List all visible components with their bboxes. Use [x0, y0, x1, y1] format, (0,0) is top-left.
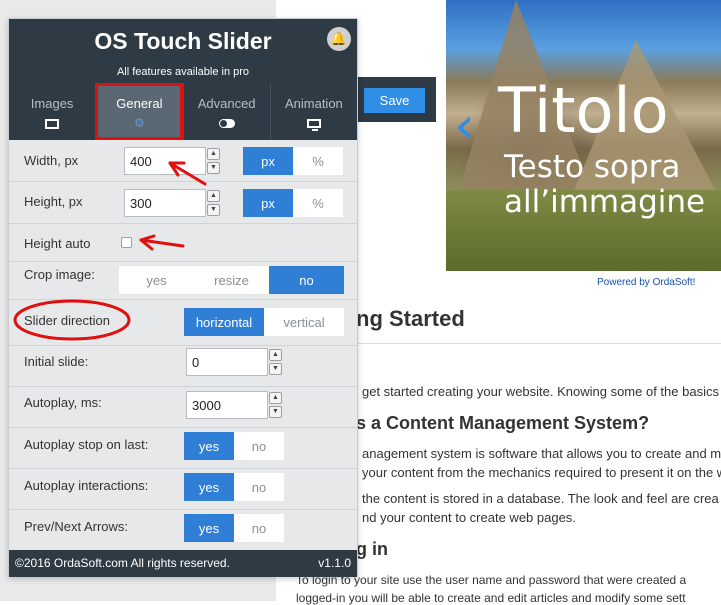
field-label: Height auto — [24, 236, 91, 251]
field-label: Slider direction — [24, 313, 110, 328]
arrows-toggle: yes no — [184, 514, 284, 542]
width-stepper[interactable]: ▲ ▼ — [207, 148, 220, 174]
initial-slide-stepper[interactable]: ▲ ▼ — [269, 349, 282, 375]
slider-preview[interactable]: ‹ Titolo Testo sopra all’immagine — [446, 0, 721, 271]
increment-icon[interactable]: ▲ — [269, 349, 282, 361]
height-auto-checkbox[interactable] — [121, 237, 132, 248]
height-unit-toggle: px % — [243, 189, 343, 217]
tab-advanced[interactable]: Advanced — [182, 83, 270, 140]
autoplay-input[interactable]: 3000 — [186, 391, 268, 419]
unit-option-percent[interactable]: % — [293, 189, 343, 217]
save-button[interactable]: Save — [364, 88, 425, 113]
settings-tabs: Images General ⚙ Advanced Animation — [9, 83, 357, 140]
option-yes[interactable]: yes — [184, 514, 234, 542]
unit-option-px[interactable]: px — [243, 147, 293, 175]
increment-icon[interactable]: ▲ — [207, 148, 220, 160]
field-autoplay-stop: Autoplay stop on last: yes no — [9, 428, 357, 469]
image-icon — [9, 117, 95, 129]
height-stepper[interactable]: ▲ ▼ — [207, 190, 220, 216]
slide-subtitle-line: all’immagine — [504, 184, 706, 220]
field-label: Autoplay stop on last: — [24, 437, 149, 452]
tab-label: Images — [30, 96, 74, 111]
height-input[interactable]: 300 — [124, 189, 206, 217]
article-text: logged-in you will be able to create and… — [296, 591, 686, 605]
panel-footer: ©2016 OrdaSoft.com All rights reserved. … — [9, 550, 357, 577]
article-heading: ng Started — [356, 306, 465, 331]
pro-note: All features available in pro — [116, 66, 250, 78]
autoplay-stepper[interactable]: ▲ ▼ — [269, 392, 282, 418]
autoplay-interactions-toggle: yes no — [184, 473, 284, 501]
article-heading: s a Content Management System? — [356, 413, 650, 433]
direction-option-vertical[interactable]: vertical — [264, 308, 344, 336]
unit-option-percent[interactable]: % — [293, 147, 343, 175]
option-yes[interactable]: yes — [184, 432, 234, 460]
panel-header: OS Touch Slider 🔔 All features available… — [9, 19, 357, 83]
slide-subtitle: Testo sopra all’immagine — [504, 150, 705, 220]
decrement-icon[interactable]: ▼ — [207, 162, 220, 174]
article-text: get started creating your website. Knowi… — [362, 384, 719, 399]
increment-icon[interactable]: ▲ — [269, 392, 282, 404]
unit-option-px[interactable]: px — [243, 189, 293, 217]
field-initial-slide: Initial slide: 0 ▲ ▼ — [9, 346, 357, 387]
decrement-icon[interactable]: ▼ — [269, 406, 282, 418]
monitor-icon — [271, 117, 357, 132]
width-unit-toggle: px % — [243, 147, 343, 175]
slide-subtitle-line: Testo sopra — [504, 149, 681, 185]
option-yes[interactable]: yes — [184, 473, 234, 501]
field-crop-image: Crop image: yes resize no — [9, 262, 357, 300]
tab-label: General — [116, 96, 163, 111]
tab-general[interactable]: General ⚙ — [95, 83, 183, 140]
slider-settings-panel: OS Touch Slider 🔔 All features available… — [8, 18, 358, 577]
initial-slide-input[interactable]: 0 — [186, 348, 268, 376]
field-height: Height, px 300 ▲ ▼ px % — [9, 182, 357, 224]
copyright-text: ©2016 OrdaSoft.com All rights reserved. — [15, 556, 230, 570]
article-text: nd your content to create web pages. — [362, 510, 576, 525]
direction-option-horizontal[interactable]: horizontal — [184, 308, 264, 336]
width-input[interactable]: 400 — [124, 147, 206, 175]
toggle-icon — [184, 117, 270, 129]
article-text: your content from the mechanics required… — [362, 465, 721, 480]
field-width: Width, px 400 ▲ ▼ px % — [9, 140, 357, 182]
field-label: Height, px — [24, 194, 83, 209]
option-no[interactable]: no — [234, 514, 284, 542]
bell-icon[interactable]: 🔔 — [327, 27, 351, 51]
field-label: Width, px — [24, 153, 79, 168]
field-label: Crop image: — [24, 267, 95, 282]
version-text: v1.1.0 — [318, 556, 351, 570]
field-label: Prev/Next Arrows: — [24, 519, 129, 534]
decrement-icon[interactable]: ▼ — [269, 363, 282, 375]
increment-icon[interactable]: ▲ — [207, 190, 220, 202]
option-no[interactable]: no — [234, 432, 284, 460]
crop-toggle: yes resize no — [119, 266, 344, 294]
field-label: Initial slide: — [24, 354, 89, 369]
article-heading: g in — [356, 539, 388, 559]
field-autoplay: Autoplay, ms: 3000 ▲ ▼ — [9, 387, 357, 428]
divider — [346, 343, 721, 344]
field-prev-next-arrows: Prev/Next Arrows: yes no — [9, 510, 357, 550]
crop-option-yes[interactable]: yes — [119, 266, 194, 294]
slider-prev-arrow-icon[interactable]: ‹ — [454, 100, 475, 152]
tab-animation[interactable]: Animation — [269, 83, 357, 140]
decrement-icon[interactable]: ▼ — [207, 204, 220, 216]
slide-title: Titolo — [498, 74, 669, 147]
field-height-auto: Height auto — [9, 224, 357, 262]
crop-option-resize[interactable]: resize — [194, 266, 269, 294]
autoplay-stop-toggle: yes no — [184, 432, 284, 460]
field-autoplay-interactions: Autoplay interactions: yes no — [9, 469, 357, 510]
tab-images[interactable]: Images — [9, 83, 95, 140]
article-text: the content is stored in a database. The… — [362, 491, 719, 506]
direction-toggle: horizontal vertical — [184, 308, 344, 336]
gears-icon: ⚙ — [133, 116, 145, 130]
field-slider-direction: Slider direction horizontal vertical — [9, 300, 357, 346]
option-no[interactable]: no — [234, 473, 284, 501]
tab-label: Advanced — [197, 96, 256, 111]
panel-title: OS Touch Slider — [94, 28, 272, 54]
field-label: Autoplay, ms: — [24, 395, 102, 410]
article-text: anagement system is software that allows… — [362, 446, 721, 461]
powered-by-link[interactable]: Powered by OrdaSoft! — [597, 277, 695, 288]
crop-option-no[interactable]: no — [269, 266, 344, 294]
field-label: Autoplay interactions: — [24, 478, 149, 493]
tab-label: Animation — [284, 96, 343, 111]
